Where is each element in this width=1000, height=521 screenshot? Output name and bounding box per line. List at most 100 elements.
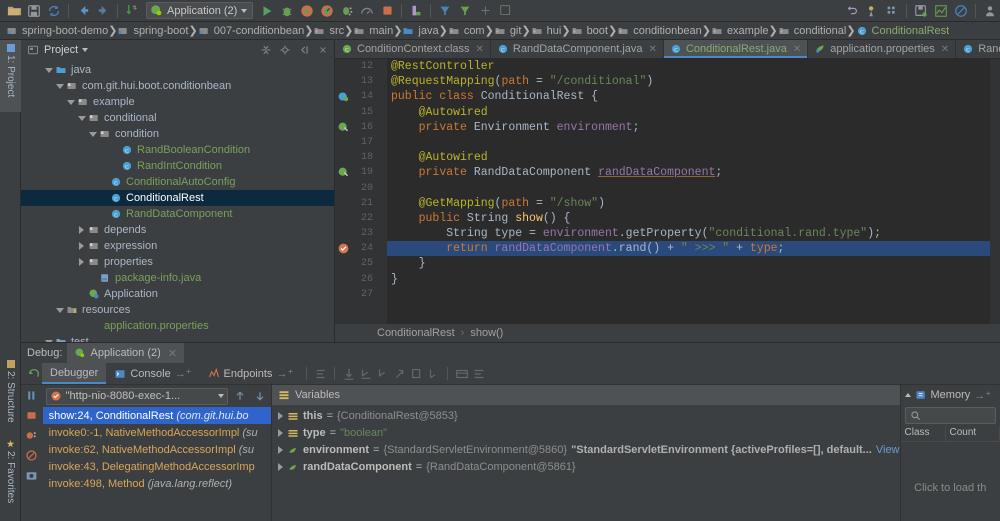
editor-tab-application-properties[interactable]: application.properties ✕ (808, 40, 957, 58)
memory-search-input[interactable] (904, 407, 996, 424)
step-over-icon[interactable] (340, 365, 357, 382)
back-arrow-icon[interactable] (73, 1, 93, 21)
stop-debug-icon[interactable] (23, 407, 40, 424)
close-icon[interactable]: ✕ (649, 44, 657, 55)
tree-item-resources[interactable]: resources (21, 302, 334, 318)
tree-item-conditionalrest[interactable]: C ConditionalRest (21, 190, 334, 206)
line-number-20[interactable]: 20 (335, 181, 377, 196)
frame-item[interactable]: invoke0:-1, NativeMethodAccessorImpl (su (43, 424, 271, 441)
frames-list[interactable]: show:24, ConditionalRest (com.git.hui.bo i… (42, 407, 271, 521)
chevron-right-icon[interactable] (278, 445, 283, 454)
editor-tab-randdatacomponent-java[interactable]: C RandDataComponent.java ✕ (491, 40, 664, 58)
breadcrumb-item-spring-boot[interactable]: spring-boot (117, 25, 188, 37)
breadcrumb-item-git[interactable]: git (494, 25, 521, 37)
no-entry-icon[interactable] (951, 1, 971, 21)
spring-bean-icon[interactable] (337, 90, 350, 103)
breadcrumb-item-spring-boot-demo[interactable]: spring-boot-demo (6, 25, 108, 37)
mute-icon[interactable] (23, 447, 40, 464)
tree-item-randdatacomponent[interactable]: C RandDataComponent (21, 206, 334, 222)
autowired-icon[interactable] (337, 121, 350, 134)
variable-row[interactable]: environment = {StandardServletEnvironment@… (272, 441, 900, 458)
open-folder-icon[interactable] (4, 1, 24, 21)
variable-row[interactable]: type = "boolean" (272, 424, 900, 441)
editor-scrollbar[interactable] (990, 59, 1000, 342)
debug-session-tab[interactable]: Application (2) ✕ (67, 343, 185, 363)
chevron-down-icon[interactable] (218, 394, 224, 398)
search-everywhere-icon[interactable] (495, 1, 515, 21)
hide-panel-icon[interactable] (296, 43, 311, 58)
chevron-down-icon[interactable] (55, 83, 64, 89)
sparkle-icon[interactable] (475, 1, 495, 21)
breadcrumb-item-conditionbean[interactable]: conditionbean (617, 25, 702, 37)
vcs-commit-icon[interactable] (455, 1, 475, 21)
tree-item-example[interactable]: example (21, 94, 334, 110)
chevron-down-icon[interactable] (44, 67, 53, 73)
update-project-icon[interactable]: ⇅ (122, 1, 142, 21)
close-icon[interactable]: ✕ (168, 347, 177, 360)
code-line-13[interactable]: @RequestMapping(path = "/conditional") (387, 74, 990, 89)
line-number-27[interactable]: 27 (335, 287, 377, 302)
vcs-update-icon[interactable] (435, 1, 455, 21)
breadcrumb-item-boot[interactable]: boot (571, 25, 608, 37)
code-line-18[interactable]: @Autowired (387, 150, 990, 165)
gear-icon[interactable] (277, 43, 292, 58)
stop-icon[interactable] (377, 1, 397, 21)
code-line-22[interactable]: public String show() { (387, 211, 990, 226)
breadcrumb-item-example[interactable]: example (711, 25, 769, 37)
variable-row[interactable]: this = {ConditionalRest@5853} (272, 407, 900, 424)
code-line-26[interactable]: } (387, 272, 990, 287)
camera-icon[interactable] (23, 467, 40, 484)
sync-icon[interactable] (44, 1, 64, 21)
chevron-right-icon[interactable] (79, 258, 84, 266)
resume-icon[interactable] (23, 387, 40, 404)
save-settings-icon[interactable] (911, 1, 931, 21)
tab-debugger[interactable]: Debugger (42, 363, 107, 384)
memory-empty-note[interactable]: Click to load th (901, 442, 1000, 494)
evaluate-expression-icon[interactable] (453, 365, 470, 382)
tree-item-com-git-hui-boot-conditionbean[interactable]: com.git.hui.boot.conditionbean (21, 78, 334, 94)
chevron-right-icon[interactable] (278, 411, 283, 420)
forward-arrow-icon[interactable] (93, 1, 113, 21)
debug-icon[interactable] (277, 1, 297, 21)
down-arrow-icon[interactable] (251, 388, 268, 405)
tree-expander[interactable] (76, 115, 87, 121)
tree-expander[interactable] (54, 307, 65, 313)
line-number-15[interactable]: 15 (335, 105, 377, 120)
tree-expander[interactable] (76, 258, 87, 266)
line-number-14[interactable]: 14 (335, 89, 377, 104)
tree-expander[interactable] (76, 226, 87, 234)
close-icon[interactable]: ✕ (476, 44, 484, 55)
breadcrumb-item-src[interactable]: src (313, 25, 344, 37)
layers-icon[interactable] (406, 1, 426, 21)
chevron-down-icon[interactable] (77, 115, 86, 121)
line-number-19[interactable]: 19 (335, 165, 377, 180)
line-number-16[interactable]: 16 (335, 120, 377, 135)
sidebar-item-structure[interactable]: 2: Structure (0, 356, 21, 434)
tree-item-condition[interactable]: condition (21, 126, 334, 142)
editor-gutter[interactable]: 12 13 14 15 16 17 18 19 20 21 22 23 24 25 26 27 (335, 59, 377, 342)
force-step-into-icon[interactable] (374, 365, 391, 382)
code-line-14[interactable]: public class ConditionalRest { (387, 89, 990, 104)
line-number-22[interactable]: 22 (335, 211, 377, 226)
code-line-19[interactable]: private RandDataComponent randDataCompon… (387, 165, 990, 180)
save-all-icon[interactable] (24, 1, 44, 21)
tree-expander[interactable] (54, 83, 65, 89)
step-out-icon[interactable] (391, 365, 408, 382)
tab-endpoints[interactable]: Endpoints →⁺ (200, 363, 302, 384)
line-number-26[interactable]: 26 (335, 272, 377, 287)
editor-breadcrumb-method[interactable]: show() (470, 327, 503, 339)
tree-item-randintcondition[interactable]: C RandIntCondition (21, 158, 334, 174)
line-number-21[interactable]: 21 (335, 196, 377, 211)
memory-column-class[interactable]: Class (901, 426, 946, 441)
line-number-13[interactable]: 13 (335, 74, 377, 89)
run-with-coverage-icon[interactable] (297, 1, 317, 21)
collapse-all-icon[interactable] (258, 43, 273, 58)
close-icon[interactable] (315, 43, 330, 58)
breadcrumb-item-007-conditionbean[interactable]: 007-conditionbean (198, 25, 304, 37)
line-number-24[interactable]: 24 (335, 241, 377, 256)
mute-breakpoints-icon[interactable] (312, 365, 329, 382)
tree-item-package-info-java[interactable]: package-info.java (21, 270, 334, 286)
person-icon[interactable] (980, 1, 1000, 21)
code-line-20[interactable] (387, 181, 990, 196)
code-line-21[interactable]: @GetMapping(path = "/show") (387, 196, 990, 211)
